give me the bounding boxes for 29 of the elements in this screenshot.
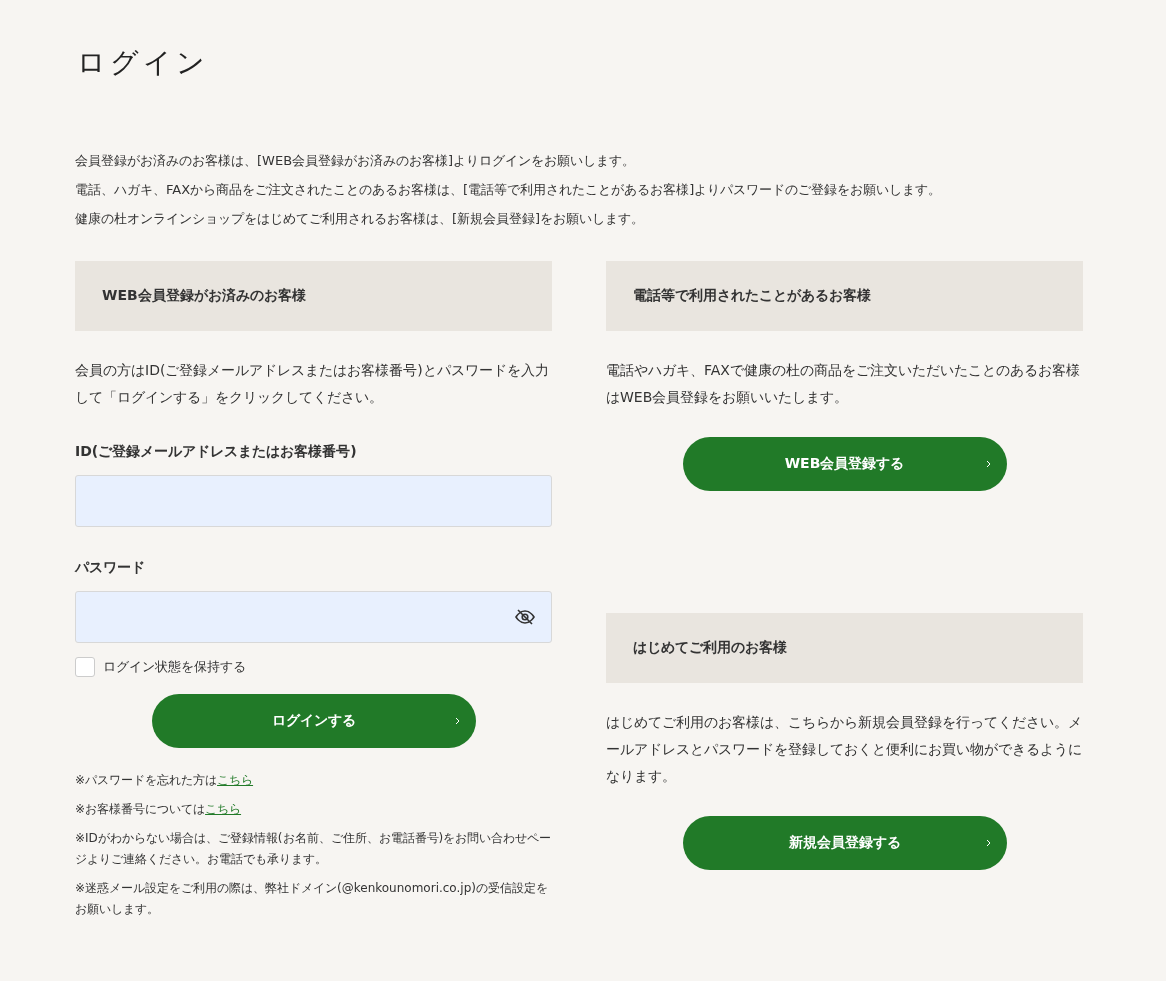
login-button[interactable]: ログインする [151,694,476,748]
note-text: ※パスワードを忘れた方はこちら [75,772,255,789]
page-title: ログイン [77,45,210,81]
intro-text: 会員登録がお済みのお客様は、[WEB会員登録がお済みのお客様]よりログインをお願いします。 [75,152,637,170]
register-button[interactable]: WEB会員登録する [682,437,1007,491]
note-text: ※迷惑メール設定をご利用の際は、弊社ドメイン(@kenkounomori.co.jp)の受信設定をお願いします。 [75,880,549,918]
intro-text: 健康の杜オンラインショップをはじめてご利用されるお客様は、[新規会員登録]をお願いします。 [75,210,646,228]
chevron-icon [985,839,991,847]
eye-slash-icon[interactable] [515,609,535,625]
id-field[interactable] [75,475,552,527]
section-heading: 電話等で利用されたことがあるお客様 [606,261,1083,331]
password-field[interactable] [75,591,552,643]
here-link[interactable]: こちら [205,802,242,816]
here-link[interactable]: こちら [217,773,254,787]
section-heading: WEB会員登録がお済みのお客様 [75,261,552,331]
field-label: パスワード [75,559,146,577]
remember-checkbox[interactable] [75,657,95,677]
chevron-icon [454,717,460,725]
checkbox-label: ログイン状態を保持する [103,658,246,676]
section-description: 電話やハガキ、FAXで健康の杜の商品をご注文いただいたことのあるお客様はWEB会員登録をお願いいたします。 [606,361,1081,407]
chevron-icon [985,460,991,468]
section-heading: はじめてご利用のお客様 [606,613,1083,683]
field-label: ID(ご登録メールアドレスまたはお客様番号) [75,443,358,461]
intro-text: 電話、ハガキ、FAXから商品をご注文されたことのあるお客様は、[電話等で利用されたことがあるお客様]よりパスワードのご登録をお願いします。 [75,181,943,199]
note-text: ※お客様番号についてはこちら [75,801,243,818]
section-description: 会員の方はID(ご登録メールアドレスまたはお客様番号)とパスワードを入力して「ログインする」をクリックしてください。 [75,361,550,407]
register-button[interactable]: 新規会員登録する [682,816,1007,870]
section-description: はじめてご利用のお客様は、こちらから新規会員登録を行ってください。メールアドレスとパスワードを登録しておくと便利にお買い物ができるようになります。 [606,713,1083,786]
note-text: ※IDがわからない場合は、ご登録情報(お名前、ご住所、お電話番号)をお問い合わせページよりご連絡ください。お電話でも承ります。 [75,830,552,868]
